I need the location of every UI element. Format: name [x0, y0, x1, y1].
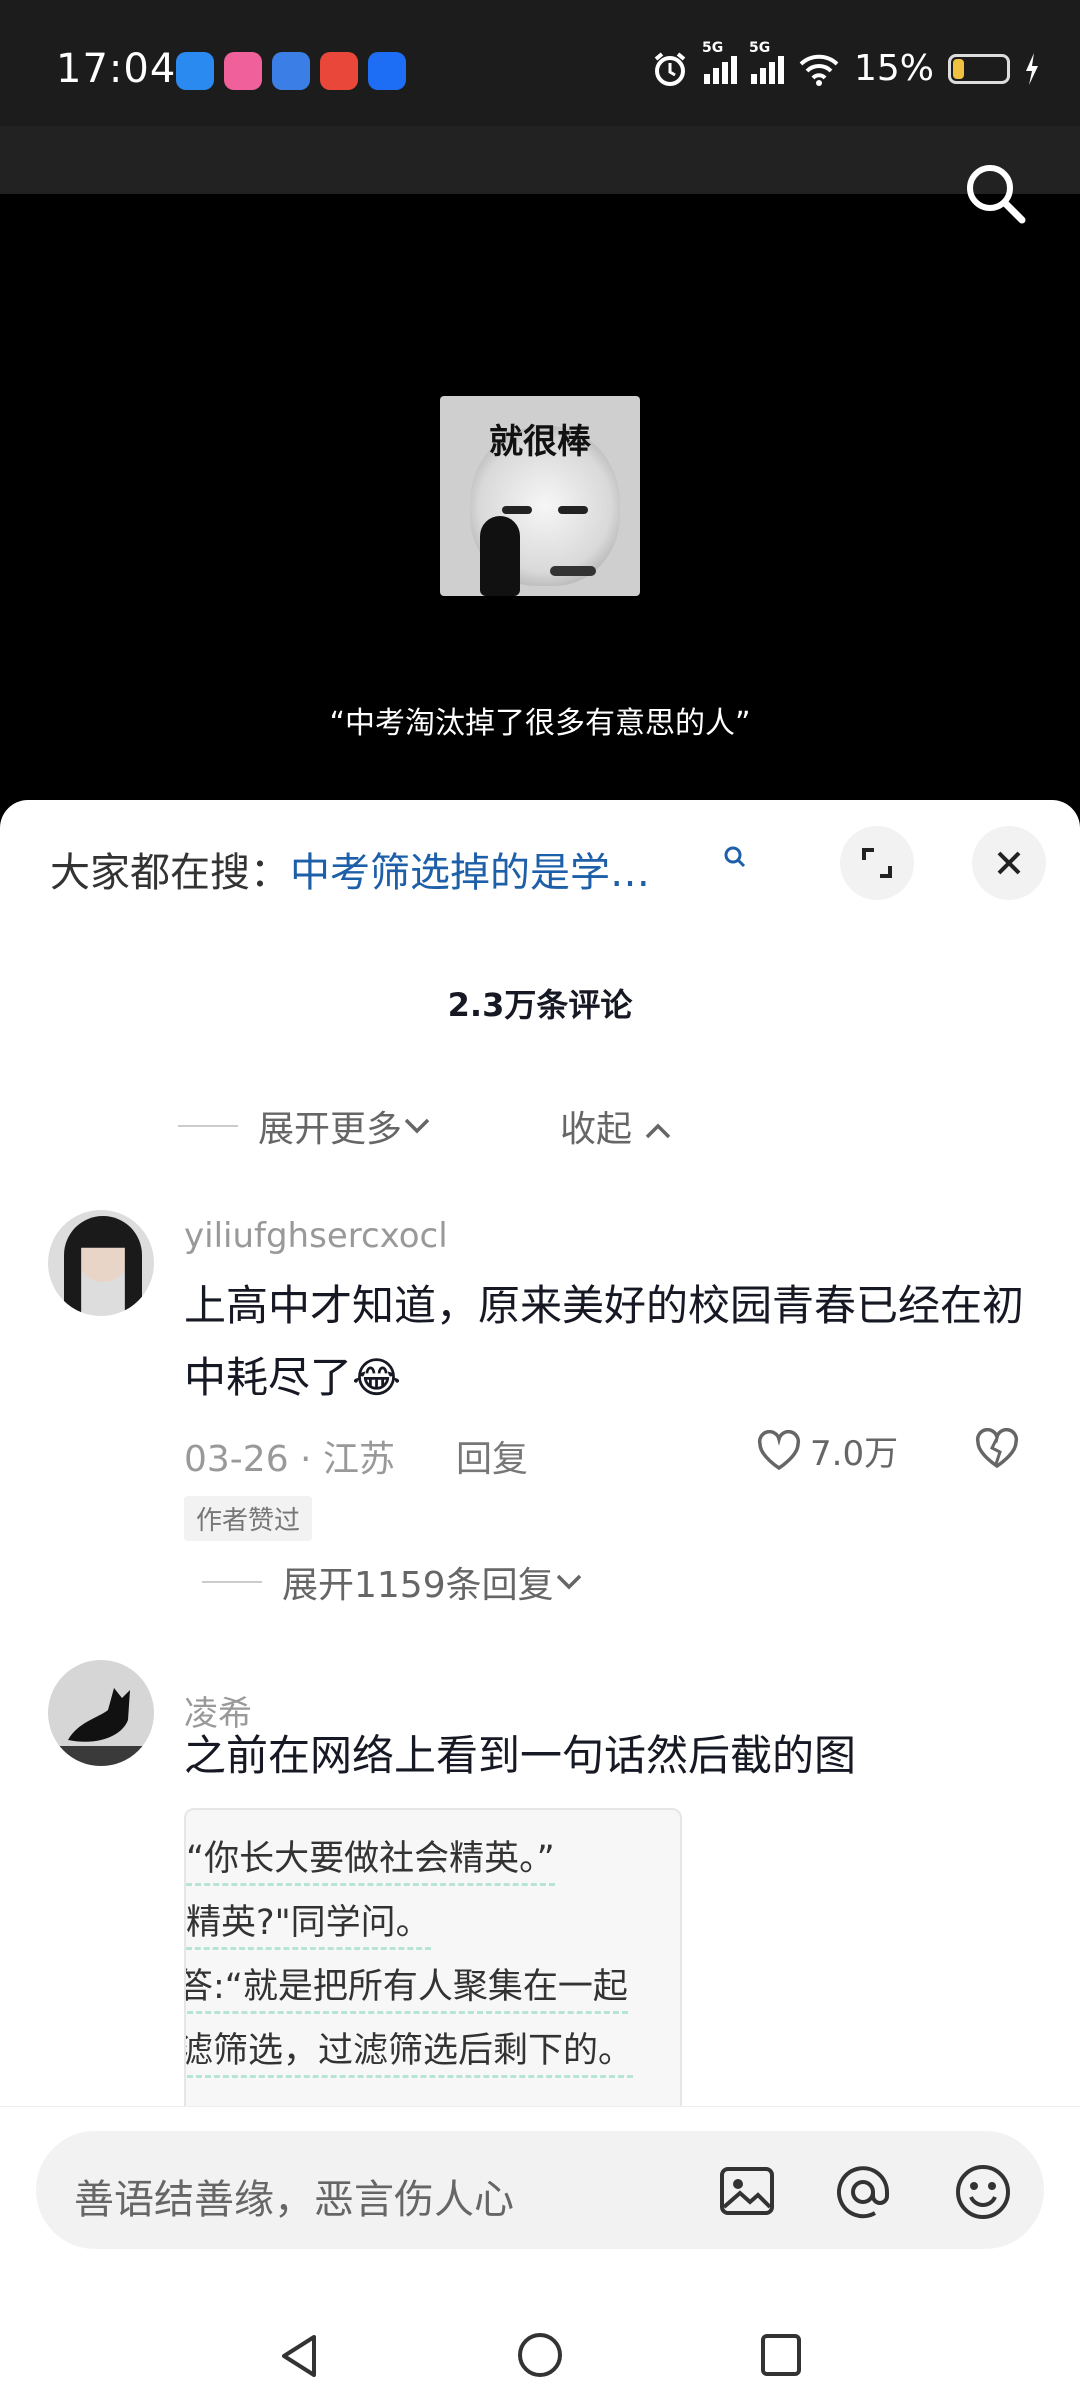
signal-1-icon: 5G [702, 40, 737, 84]
divider [202, 1581, 262, 1583]
system-nav-bar [0, 2307, 1080, 2400]
battery-percent: 15% [853, 48, 934, 89]
hot-search-prefix: 大家都在搜： [50, 850, 290, 896]
video-subtitle: “中考淘汰掉了很多有意思的人” [329, 706, 751, 741]
meme-image: 就很棒 [440, 396, 640, 596]
comment-date-location: 03-26 · 江苏 [184, 1439, 395, 1480]
like-button[interactable]: 7.0万 [756, 1426, 898, 1475]
collapse-label: 收起 [560, 1109, 633, 1150]
comment-text: 之前在网络上看到一句话然后截的图 [184, 1731, 857, 1780]
reply-button[interactable]: 回复 [456, 1430, 528, 1482]
wifi-icon [799, 54, 839, 86]
close-icon [997, 851, 1021, 875]
dislike-heart-icon[interactable] [974, 1428, 1020, 1470]
mention-icon[interactable] [832, 2161, 894, 2223]
fullscreen-button[interactable] [840, 826, 914, 900]
back-icon[interactable] [278, 2333, 320, 2379]
meme-thumb [480, 516, 520, 596]
search-small-icon [724, 846, 746, 868]
image-line: 精英?"同学问。 [186, 1894, 431, 1950]
like-count: 7.0万 [810, 1434, 899, 1474]
search-icon[interactable] [960, 158, 1030, 228]
collapse-button[interactable]: 收起 [560, 1100, 673, 1152]
bottom-input-bar: 善语结善缘，恶言伤人心 [0, 2106, 1080, 2400]
expand-more-button[interactable]: 展开更多 [178, 1100, 432, 1152]
comment-input-placeholder: 善语结善缘，恶言伤人心 [74, 2177, 514, 2223]
comment-text: 上高中才知道，原来美好的校园青春已经在初中耗尽了😂 [184, 1281, 1025, 1402]
battery-icon [948, 53, 1010, 84]
chevron-up-icon [646, 1123, 671, 1139]
hot-search-link[interactable]: 中考筛选掉的是学… [290, 850, 650, 896]
meme-mouth [550, 566, 596, 576]
expand-more-label: 展开更多 [258, 1109, 403, 1150]
chevron-down-icon [404, 1118, 430, 1134]
app-shield-icon [368, 52, 406, 90]
status-time: 17:04 [56, 46, 177, 92]
avatar-cat-icon [48, 1688, 154, 1766]
app-map-icon [320, 52, 358, 90]
status-bar: 17:04 5G 5G 15% [0, 0, 1080, 130]
status-right: 5G 5G 15% [650, 40, 1040, 89]
charging-icon [1026, 52, 1038, 85]
alarm-icon [654, 51, 686, 86]
heart-icon [757, 1429, 801, 1470]
close-button[interactable] [972, 826, 1046, 900]
avatar[interactable] [48, 1660, 154, 1766]
app-blue-icon [272, 52, 310, 90]
image-line: “你长大要做社会精英。” [186, 1830, 555, 1886]
avatar[interactable] [48, 1210, 154, 1316]
emoji-icon[interactable] [952, 2161, 1014, 2223]
app-e-icon [176, 52, 214, 90]
bilibili-icon [224, 52, 262, 90]
meme-eye-right [558, 506, 588, 514]
comment-count: 2.3万条评论 [447, 986, 633, 1024]
author-liked-badge: 作者赞过 [184, 1496, 313, 1541]
comment-input[interactable]: 善语结善缘，恶言伤人心 [36, 2131, 1044, 2249]
signal-2-icon: 5G [749, 40, 784, 84]
image-line: 答:“就是把所有人聚集在一起 [186, 1958, 628, 2014]
comment-username[interactable]: yiliufghsercxocl [184, 1216, 448, 1256]
chevron-down-icon [556, 1574, 581, 1590]
home-icon[interactable] [516, 2331, 564, 2379]
expand-replies-label: 展开1159条回复 [282, 1565, 554, 1606]
meme-eye-left [502, 506, 532, 514]
expand-replies-button[interactable]: 展开1159条回复 [202, 1556, 584, 1608]
divider [178, 1125, 238, 1127]
image-line: 滤筛选，过滤筛选后剩下的。 [186, 2022, 634, 2078]
expand-icon [862, 848, 892, 878]
notification-icons [176, 52, 406, 90]
meme-caption: 就很棒 [489, 422, 591, 462]
hot-search-bar[interactable]: 大家都在搜：中考筛选掉的是学… [50, 840, 650, 898]
recents-icon[interactable] [760, 2333, 802, 2377]
image-picker-icon[interactable] [716, 2161, 778, 2223]
top-overlay-bar [0, 126, 1080, 194]
